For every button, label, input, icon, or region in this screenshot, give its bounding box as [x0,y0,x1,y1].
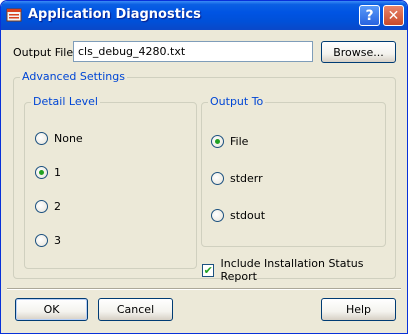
radio-label: stdout [230,209,266,222]
include-report-checkbox[interactable]: ✔ [202,263,215,277]
footer-divider [7,288,401,290]
radio-label: File [230,135,249,148]
dialog-window: Application Diagnostics ? ✕ Output File … [0,0,408,334]
radio-button-selected[interactable] [35,166,48,179]
radio-label: 3 [54,234,61,247]
radio-label: None [54,132,83,145]
help-button-label: Help [345,303,372,316]
detail-level-option-3[interactable]: 3 [35,234,61,247]
include-report-checkbox-row[interactable]: ✔ Include Installation Status Report [202,257,395,283]
radio-button[interactable] [211,209,224,222]
detail-level-option-2[interactable]: 2 [35,200,61,213]
detail-level-option-none[interactable]: None [35,132,83,145]
question-icon: ? [365,7,374,24]
radio-button[interactable] [35,200,48,213]
advanced-settings-title: Advanced Settings [20,70,127,83]
output-to-group: Output To File stderr stdout [201,95,386,247]
selected-dot [39,170,44,175]
help-title-button[interactable]: ? [359,5,380,26]
radio-button[interactable] [211,172,224,185]
title-bar[interactable]: Application Diagnostics ? ✕ [1,1,407,30]
detail-level-title: Detail Level [31,95,100,108]
output-to-option-stdout[interactable]: stdout [211,209,265,222]
close-icon: ✕ [387,7,400,24]
radio-button[interactable] [35,234,48,247]
close-button[interactable]: ✕ [383,5,404,26]
output-to-option-stderr[interactable]: stderr [211,172,263,185]
detail-level-option-1[interactable]: 1 [35,166,61,179]
advanced-settings-group: Advanced Settings Detail Level None 1 2 … [13,70,396,283]
cancel-button-label: Cancel [116,303,155,316]
help-button[interactable]: Help [321,298,396,321]
browse-button[interactable]: Browse... [321,41,396,63]
output-file-input[interactable] [73,41,313,62]
app-window-icon [6,8,22,22]
window-title: Application Diagnostics [28,7,201,22]
cancel-button[interactable]: Cancel [98,298,173,321]
radio-label: 2 [54,200,61,213]
radio-button-selected[interactable] [211,135,224,148]
selected-dot [215,139,220,144]
detail-level-group: Detail Level None 1 2 3 [24,95,197,269]
ok-button[interactable]: OK [15,298,88,321]
radio-button[interactable] [35,132,48,145]
browse-button-label: Browse... [333,45,384,59]
ok-button-label: OK [43,303,60,316]
radio-label: stderr [230,172,263,185]
include-report-label: Include Installation Status Report [220,257,364,283]
output-to-title: Output To [208,95,266,108]
output-file-label: Output File [13,46,74,59]
checkmark-icon: ✔ [203,263,213,277]
radio-label: 1 [54,166,61,179]
output-to-option-file[interactable]: File [211,135,248,148]
